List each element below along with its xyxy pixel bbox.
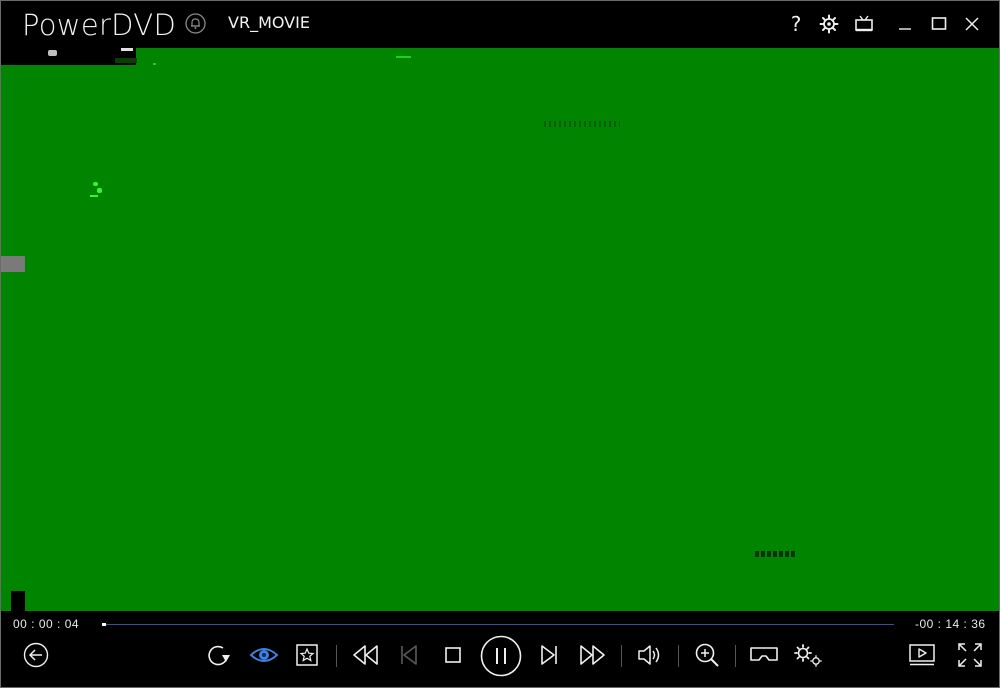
repeat-button[interactable] <box>202 638 236 672</box>
video-artifact <box>153 63 156 65</box>
video-artifact <box>396 56 411 58</box>
close-icon <box>965 17 979 31</box>
video-artifact <box>121 48 133 51</box>
video-title: VR_MOVIE <box>228 13 310 32</box>
fast-forward-button[interactable] <box>576 638 610 672</box>
minimize-icon <box>899 28 911 30</box>
next-chapter-icon <box>541 645 557 665</box>
seek-bar[interactable] <box>102 623 894 626</box>
seek-progress <box>102 623 106 626</box>
close-button[interactable] <box>960 12 984 36</box>
video-artifact <box>1 256 25 272</box>
maximize-icon <box>931 17 947 30</box>
video-artifact <box>90 195 98 197</box>
playback-controls: 00 : 00 : 04 -00 : 14 : 36 <box>1 611 999 687</box>
rewind-button[interactable] <box>348 638 382 672</box>
cast-button[interactable] <box>905 638 939 672</box>
next-chapter-button[interactable] <box>532 638 566 672</box>
video-artifact <box>48 50 57 56</box>
pause-icon <box>480 635 522 677</box>
video-artifact <box>544 121 620 127</box>
bookmark-button[interactable] <box>290 638 324 672</box>
remaining-time: -00 : 14 : 36 <box>915 617 986 631</box>
settings-button[interactable] <box>817 12 841 36</box>
help-icon: ? <box>790 12 802 36</box>
video-artifact <box>755 551 797 557</box>
pause-button[interactable] <box>480 635 522 677</box>
volume-button[interactable] <box>633 638 667 672</box>
cast-icon <box>909 644 935 666</box>
help-button[interactable]: ? <box>784 12 808 36</box>
separator <box>678 645 679 667</box>
tv-mode-button[interactable] <box>852 12 876 36</box>
zoom-button[interactable] <box>690 638 724 672</box>
video-artifact <box>97 188 102 193</box>
gear-icon <box>819 14 839 34</box>
fullscreen-icon <box>958 643 982 667</box>
video-artifact <box>115 58 137 63</box>
vr-headset-icon <box>750 647 778 661</box>
vr-view-button[interactable] <box>247 638 281 672</box>
video-viewport[interactable] <box>1 48 999 611</box>
separator <box>336 645 337 667</box>
video-artifact <box>93 182 98 186</box>
vr-headset-button[interactable] <box>747 638 781 672</box>
minimize-button[interactable] <box>893 12 917 36</box>
elapsed-time: 00 : 00 : 04 <box>13 617 80 631</box>
separator <box>735 645 736 667</box>
back-button[interactable] <box>19 638 53 672</box>
previous-chapter-icon <box>401 645 417 665</box>
fast-forward-icon <box>580 645 605 665</box>
stop-icon <box>445 647 461 663</box>
title-bar: PowerDVD VR_MOVIE ? <box>1 1 999 48</box>
zoom-icon <box>695 643 719 667</box>
maximize-button[interactable] <box>927 12 951 36</box>
fullscreen-button[interactable] <box>953 638 987 672</box>
advanced-settings-button[interactable] <box>791 638 825 672</box>
separator <box>621 645 622 667</box>
stop-button[interactable] <box>436 638 470 672</box>
app-name: PowerDVD <box>22 8 177 42</box>
rewind-icon <box>353 645 378 665</box>
repeat-icon <box>208 645 230 666</box>
bookmark-icon <box>296 644 318 666</box>
previous-chapter-button[interactable] <box>392 638 426 672</box>
notification-bell-icon[interactable] <box>185 13 206 34</box>
video-artifact <box>11 591 25 611</box>
volume-icon <box>638 645 660 665</box>
player-window: PowerDVD VR_MOVIE ? 00: 00: 04 -00: 1… <box>0 0 1000 688</box>
back-arrow-icon <box>23 642 49 668</box>
tv-icon <box>855 15 873 32</box>
advanced-settings-icon <box>794 644 822 667</box>
eye-icon <box>249 648 279 662</box>
